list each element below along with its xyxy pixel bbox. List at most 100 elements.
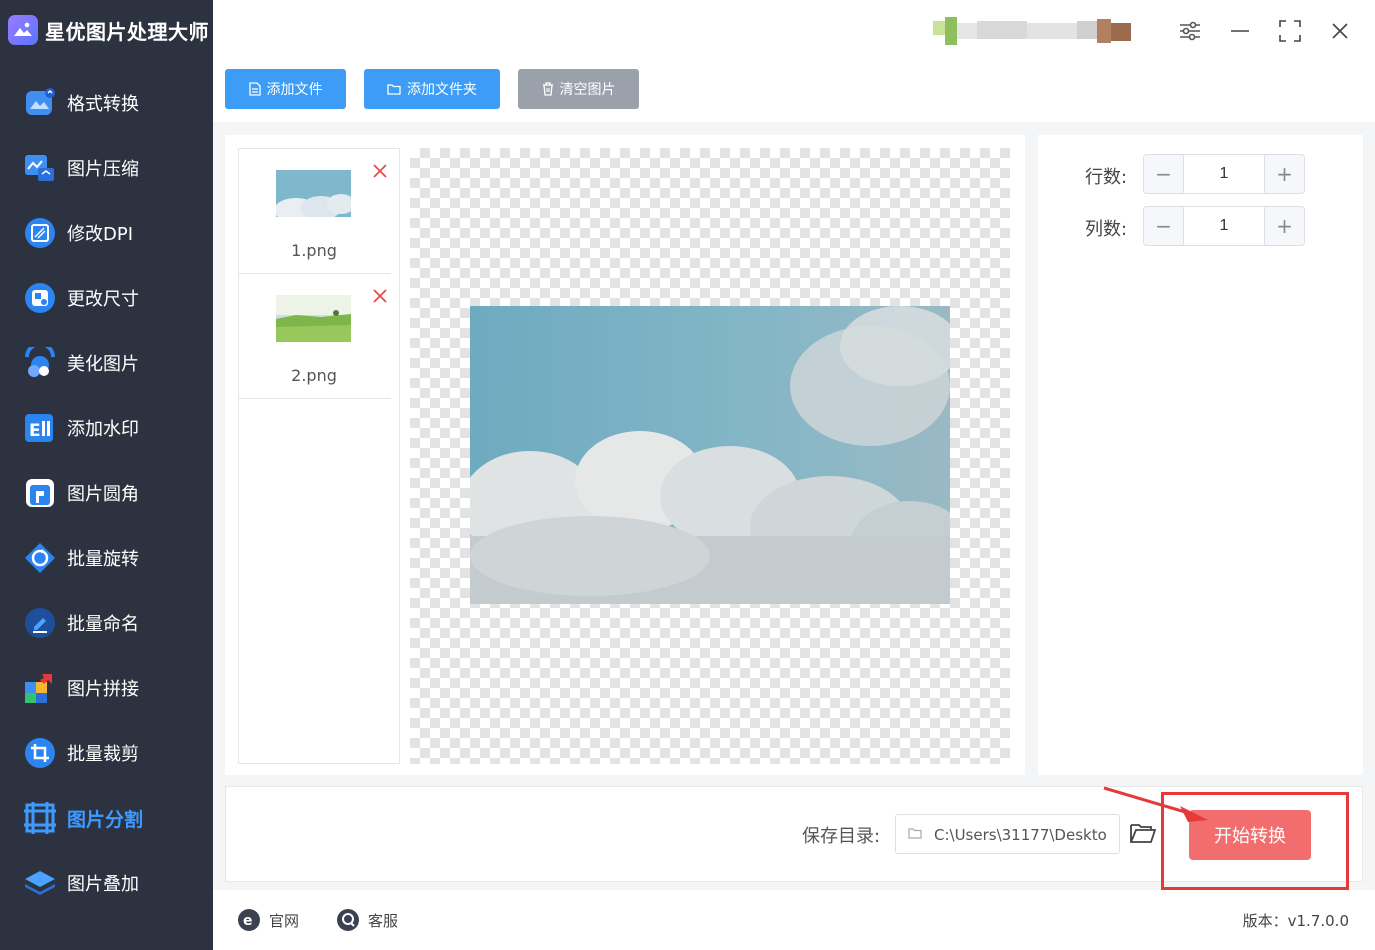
compress-icon [25, 155, 54, 181]
cols-increment-button[interactable]: + [1264, 207, 1304, 245]
round-corner-icon [26, 479, 54, 507]
file-thumbnail [276, 170, 351, 217]
file-name: 2.png [291, 366, 337, 385]
file-item[interactable]: 2.png [239, 274, 391, 399]
folder-icon [908, 828, 922, 839]
sidebar-item-label: 批量裁剪 [67, 744, 139, 765]
svg-text:e: e [243, 913, 253, 929]
crop-icon [25, 738, 55, 768]
image-preview [410, 148, 1010, 764]
sidebar-item-label: 美化图片 [67, 354, 139, 375]
website-link[interactable]: e 官网 [237, 908, 299, 932]
sidebar-item-crop[interactable]: 批量裁剪 [0, 727, 213, 779]
close-button[interactable] [1325, 16, 1355, 46]
support-label: 客服 [368, 911, 399, 930]
delete-file-icon[interactable] [370, 161, 390, 181]
rename-icon [25, 608, 55, 638]
dpi-icon [25, 218, 55, 248]
sidebar-item-beautify[interactable]: 美化图片 [0, 337, 213, 389]
beautify-icon [25, 347, 55, 377]
app-logo-icon [8, 15, 38, 45]
sidebar-item-stitch[interactable]: 图片拼接 [0, 662, 213, 714]
rows-increment-button[interactable]: + [1264, 155, 1304, 193]
sidebar-item-label: 图片叠加 [67, 874, 139, 895]
sidebar-item-format-convert[interactable]: 格式转换 [0, 77, 213, 129]
sidebar-item-split[interactable]: 图片分割 [0, 792, 213, 844]
website-label: 官网 [269, 911, 300, 930]
sidebar-item-rotate[interactable]: 批量旋转 [0, 532, 213, 584]
folder-icon [387, 84, 401, 95]
file-item[interactable]: 1.png [239, 149, 391, 274]
app-brand: 星优图片处理大师 [8, 12, 209, 48]
overlay-icon [25, 871, 55, 895]
file-name: 1.png [291, 241, 337, 260]
cols-decrement-button[interactable]: − [1144, 207, 1184, 245]
clear-images-button[interactable]: 清空图片 [518, 69, 639, 109]
pointer-arrow-icon [1103, 786, 1208, 822]
resize-icon [25, 283, 55, 313]
file-thumbnail [276, 295, 351, 342]
add-folder-label: 添加文件夹 [407, 82, 477, 98]
app-title: 星优图片处理大师 [45, 19, 209, 44]
sidebar-item-label: 批量旋转 [67, 549, 139, 570]
sidebar-item-label: 图片压缩 [67, 159, 139, 180]
sidebar-item-rename[interactable]: 批量命名 [0, 597, 213, 649]
sidebar-item-resize[interactable]: 更改尺寸 [0, 272, 213, 324]
rotate-icon [25, 543, 55, 573]
add-file-label: 添加文件 [266, 82, 323, 98]
fullscreen-icon [1279, 20, 1301, 42]
sidebar-item-label: 格式转换 [67, 94, 139, 115]
sidebar-item-label: 修改DPI [67, 224, 134, 245]
save-dir-path: C:\Users\31177\Deskto [934, 826, 1107, 844]
rows-label: 行数: [1085, 167, 1128, 188]
file-icon [248, 82, 261, 96]
sidebar-item-label: 批量命名 [67, 614, 139, 635]
watermark-icon: E [25, 414, 53, 442]
cols-stepper[interactable]: − + [1143, 206, 1305, 246]
support-link[interactable]: 客服 [336, 908, 398, 932]
sidebar-item-label: 图片圆角 [67, 484, 139, 505]
close-icon [1332, 23, 1348, 39]
rows-input[interactable] [1184, 155, 1264, 193]
delete-file-icon[interactable] [370, 286, 390, 306]
maximize-button[interactable] [1275, 16, 1305, 46]
cols-input[interactable] [1184, 207, 1264, 245]
file-list: 1.png 2.png [238, 148, 400, 764]
plus-icon: + [1276, 162, 1293, 186]
user-account-area[interactable] [933, 17, 1158, 45]
sidebar-item-label: 添加水印 [67, 419, 139, 440]
sidebar-item-label: 图片拼接 [67, 679, 139, 700]
rows-stepper[interactable]: − + [1143, 154, 1305, 194]
minus-icon: − [1155, 214, 1172, 238]
preview-image [470, 306, 950, 604]
sidebar-item-watermark[interactable]: E 添加水印 [0, 402, 213, 454]
minimize-icon [1231, 30, 1249, 32]
cols-label: 列数: [1085, 219, 1128, 240]
sidebar-item-label: 更改尺寸 [67, 289, 139, 310]
stitch-icon [25, 674, 52, 703]
support-chat-icon [337, 909, 359, 931]
sidebar: 星优图片处理大师 格式转换 图片压缩 修改DPI 更改尺寸 美化图片 E 添加水… [0, 0, 213, 950]
clear-images-label: 清空图片 [559, 82, 616, 98]
sidebar-item-overlay[interactable]: 图片叠加 [0, 857, 213, 909]
minimize-button[interactable] [1225, 16, 1255, 46]
add-folder-button[interactable]: 添加文件夹 [364, 69, 500, 109]
split-icon [24, 802, 56, 834]
ie-browser-icon: e [238, 909, 260, 931]
save-dir-label: 保存目录: [802, 826, 881, 847]
trash-icon [542, 82, 553, 96]
plus-icon: + [1276, 214, 1293, 238]
version-text: 版本：v1.7.0.0 [1242, 912, 1349, 930]
minus-icon: − [1155, 162, 1172, 186]
format-convert-icon [26, 88, 55, 115]
svg-text:E: E [29, 421, 41, 441]
settings-sliders-button[interactable] [1175, 16, 1205, 46]
browse-folder-icon[interactable] [1130, 822, 1156, 844]
add-file-button[interactable]: 添加文件 [225, 69, 346, 109]
sidebar-item-compress[interactable]: 图片压缩 [0, 142, 213, 194]
sidebar-item-round-corner[interactable]: 图片圆角 [0, 467, 213, 519]
sidebar-item-dpi[interactable]: 修改DPI [0, 207, 213, 259]
save-dir-input[interactable]: C:\Users\31177\Deskto [895, 814, 1120, 854]
sliders-icon [1180, 21, 1200, 41]
rows-decrement-button[interactable]: − [1144, 155, 1184, 193]
